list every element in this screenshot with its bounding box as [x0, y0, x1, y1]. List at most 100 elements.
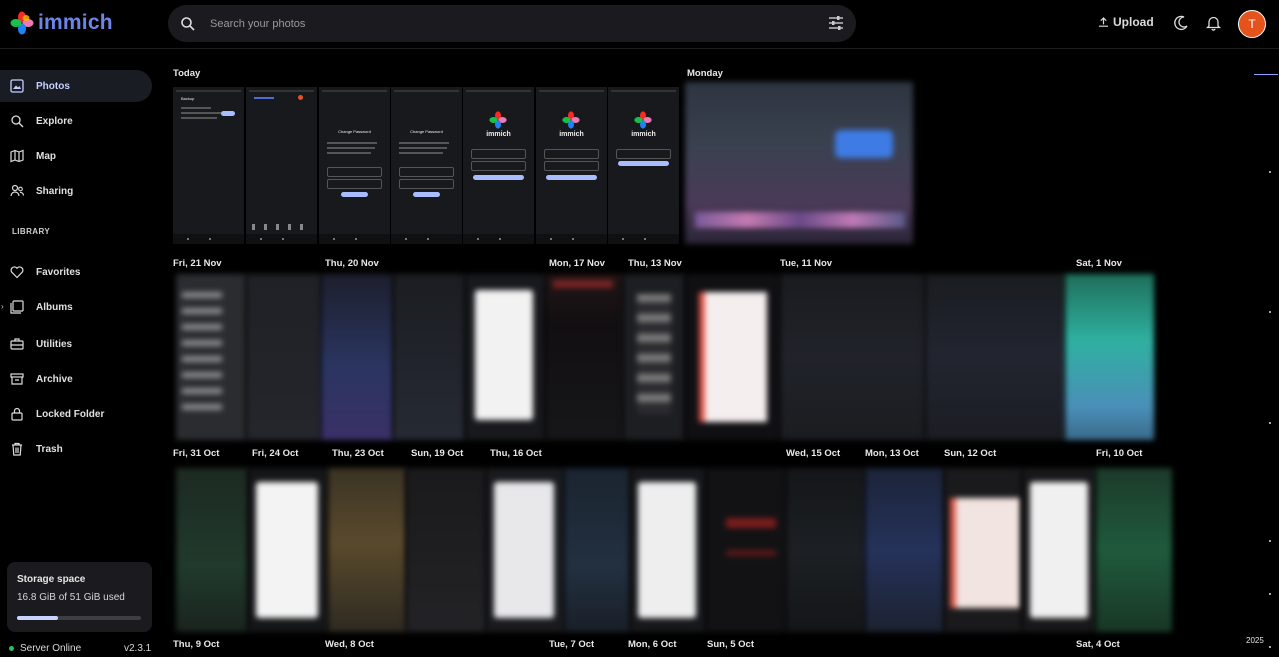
photo-thumbnail[interactable] [465, 274, 545, 440]
sidebar-item-map[interactable]: Map [0, 140, 152, 172]
photo-thumbnail[interactable]: immich [536, 87, 607, 244]
screenshot-title: Change Password [410, 129, 443, 134]
sidebar-item-archive[interactable]: Archive [0, 363, 152, 395]
scrubber-year-label: 2025 [1246, 636, 1264, 645]
upload-button[interactable]: Upload [1098, 15, 1154, 29]
archive-icon [10, 372, 24, 386]
date-group-label: Tue, 11 Nov [780, 258, 833, 269]
app-logo[interactable]: immich [10, 11, 113, 35]
photo-thumbnail[interactable] [248, 468, 328, 632]
date-group-label: Sat, 4 Oct [1076, 639, 1120, 650]
notifications-bell-icon[interactable] [1206, 15, 1221, 31]
sidebar-item-explore[interactable]: Explore [0, 105, 152, 137]
trash-icon [10, 442, 24, 456]
photo-thumbnail[interactable] [393, 274, 465, 440]
date-group-label: Wed, 15 Oct [786, 448, 841, 459]
photo-thumbnail[interactable]: Change Password [391, 87, 462, 244]
app-name: immich [38, 11, 113, 34]
storage-title: Storage space [17, 574, 86, 585]
immich-logo-icon [489, 111, 507, 129]
photo-thumbnail[interactable] [630, 468, 706, 632]
theme-toggle-icon[interactable] [1173, 15, 1189, 31]
upload-label: Upload [1113, 15, 1154, 29]
scrubber-month-dot [1269, 593, 1271, 595]
date-group-label: Thu, 20 Nov [325, 258, 379, 269]
sidebar-item-label: Albums [36, 301, 73, 313]
photo-thumbnail[interactable] [685, 274, 780, 440]
sidebar-item-label: Utilities [36, 338, 73, 350]
photo-thumbnail[interactable] [780, 274, 925, 440]
photo-thumbnail[interactable] [623, 274, 685, 440]
sidebar-item-albums[interactable]: Albums [0, 291, 152, 323]
server-status-text: Server Online [20, 643, 82, 654]
date-group-label: Mon, 13 Oct [865, 448, 919, 459]
scrubber-month-dot [1269, 646, 1271, 648]
photo-thumbnail[interactable] [176, 468, 248, 632]
storage-usage-fill [17, 616, 58, 620]
photo-thumbnail[interactable] [246, 274, 321, 440]
sidebar-item-locked-folder[interactable]: Locked Folder [0, 398, 152, 430]
photo-thumbnail[interactable] [685, 82, 913, 244]
photo-thumbnail[interactable] [1065, 274, 1154, 440]
scrubber-month-dot [1269, 311, 1271, 313]
screenshot-title: Backup [181, 96, 195, 101]
sidebar-item-label: Locked Folder [36, 408, 105, 420]
search-input[interactable] [208, 16, 812, 31]
sidebar-item-favorites[interactable]: Favorites [0, 256, 152, 288]
date-group-label: Thu, 23 Oct [332, 448, 384, 459]
date-group-label: Thu, 13 Nov [628, 258, 682, 269]
search-options-icon[interactable] [828, 15, 844, 31]
date-group-label: Tue, 7 Oct [549, 639, 595, 650]
sidebar-item-utilities[interactable]: Utilities [0, 328, 152, 360]
sidebar-item-label: Sharing [36, 185, 74, 197]
photo-thumbnail[interactable] [1022, 468, 1096, 632]
photo-thumbnail[interactable] [176, 274, 246, 440]
photo-thumbnail[interactable] [486, 468, 564, 632]
photo-thumbnail[interactable] [321, 274, 393, 440]
lock-icon [10, 407, 24, 421]
photo-thumbnail[interactable] [944, 468, 1022, 632]
date-group-label: Mon, 6 Oct [628, 639, 677, 650]
date-group-label: Sun, 12 Oct [944, 448, 997, 459]
photo-thumbnail[interactable] [406, 468, 486, 632]
photo-thumbnail[interactable] [545, 274, 623, 440]
date-group-label: Sat, 1 Nov [1076, 258, 1122, 269]
date-group-label: Wed, 8 Oct [325, 639, 374, 650]
immich-logo-icon [634, 111, 652, 129]
photo-thumbnail[interactable]: immich [463, 87, 534, 244]
search-bar[interactable] [168, 5, 856, 42]
search-icon [181, 16, 195, 31]
photo-thumbnail[interactable] [786, 468, 865, 632]
photos-icon [10, 79, 24, 93]
screenshot-title: Change Password [338, 129, 371, 134]
sidebar-item-label: Explore [36, 115, 73, 127]
albums-icon [10, 300, 24, 314]
photo-thumbnail[interactable]: immich [608, 87, 679, 244]
upload-icon [1098, 16, 1109, 27]
sharing-icon [10, 184, 24, 198]
sidebar-item-sharing[interactable]: Sharing [0, 175, 152, 207]
app-version[interactable]: v2.3.1 [124, 643, 151, 654]
photo-thumbnail[interactable]: Backup [173, 87, 244, 244]
date-group-label: Thu, 9 Oct [173, 639, 220, 650]
user-avatar[interactable]: T [1238, 10, 1266, 38]
photo-thumbnail[interactable] [564, 468, 630, 632]
photo-thumbnail[interactable] [925, 274, 1065, 440]
photo-thumbnail[interactable]: Change Password [319, 87, 390, 244]
photo-thumbnail[interactable] [246, 87, 317, 244]
immich-logo-icon [562, 111, 580, 129]
sidebar-item-trash[interactable]: Trash [0, 433, 152, 465]
photo-thumbnail[interactable] [865, 468, 944, 632]
sidebar-item-photos[interactable]: Photos [0, 70, 152, 102]
sidebar-item-label: Archive [36, 373, 73, 385]
photo-thumbnail[interactable] [328, 468, 406, 632]
photo-thumbnail[interactable] [706, 468, 786, 632]
date-group-label: Thu, 16 Oct [490, 448, 542, 459]
photo-thumbnail[interactable] [1096, 468, 1172, 632]
library-heading: LIBRARY [12, 227, 51, 236]
sidebar-item-label: Trash [36, 443, 63, 455]
heart-icon [10, 265, 24, 279]
sidebar: Photos Explore Map Sharing LIBRARY Favor… [0, 49, 160, 657]
screenshot-title: immich [559, 131, 584, 138]
date-group-label: Fri, 21 Nov [173, 258, 222, 269]
